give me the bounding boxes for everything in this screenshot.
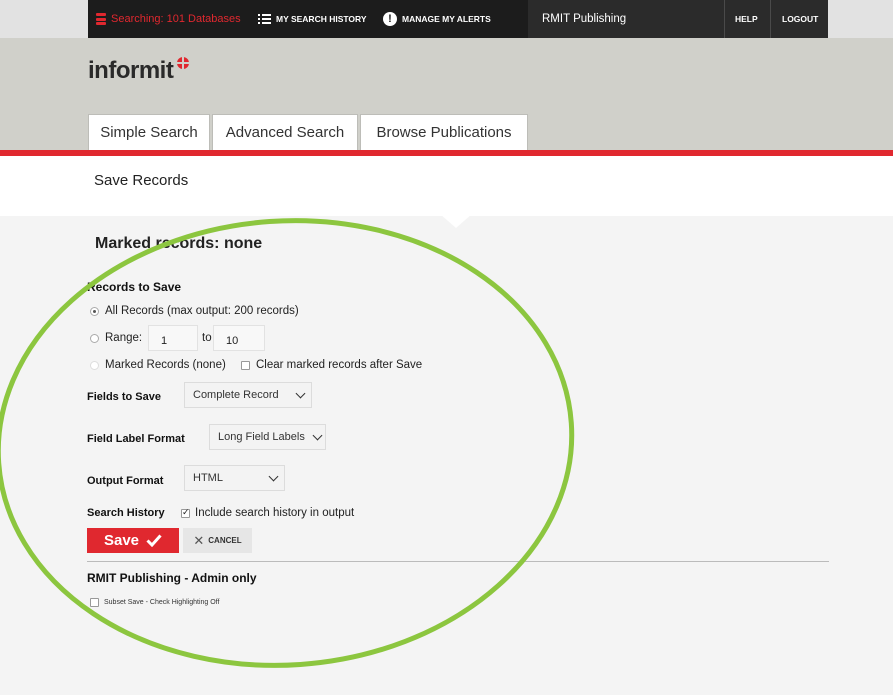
manage-alerts-text: MANAGE MY ALERTS	[402, 14, 491, 24]
informit-logo[interactable]: informit	[88, 57, 174, 85]
title-notch	[440, 214, 472, 228]
fields-to-save-value: Complete Record	[193, 389, 279, 401]
searching-databases-text: Searching: 101 Databases	[111, 13, 241, 25]
fields-to-save-label: Fields to Save	[87, 391, 161, 403]
field-label-format-select[interactable]: Long Field Labels	[209, 424, 326, 450]
all-records-label: All Records (max output: 200 records)	[105, 305, 299, 317]
close-icon: ✕	[193, 532, 205, 548]
field-label-format-value: Long Field Labels	[218, 431, 305, 443]
field-label-format-label: Field Label Format	[87, 433, 185, 445]
fields-to-save-select[interactable]: Complete Record	[184, 382, 312, 408]
chevron-down-icon	[312, 430, 323, 441]
search-history-text: MY SEARCH HISTORY	[276, 14, 367, 24]
marked-records-heading: Marked records: none	[95, 235, 263, 252]
range-to-label: to	[202, 332, 212, 344]
include-search-history-checkbox[interactable]	[181, 507, 190, 518]
range-from-input[interactable]: 1	[148, 325, 198, 351]
logo-mark-icon	[177, 57, 189, 69]
list-icon	[258, 14, 271, 24]
organisation-name: RMIT Publishing	[542, 13, 627, 25]
database-icon	[96, 13, 106, 25]
cancel-button-label: CANCEL	[208, 536, 242, 545]
range-to-input[interactable]: 10	[213, 325, 265, 351]
range-label: Range:	[105, 332, 143, 344]
include-search-history-label: Include search history in output	[195, 507, 355, 519]
all-records-radio[interactable]	[90, 307, 99, 316]
subset-save-label: Subset Save - Check Highlighting Off	[104, 599, 220, 606]
clear-marked-checkbox[interactable]	[241, 361, 250, 370]
tab-simple-search[interactable]: Simple Search	[88, 114, 210, 150]
chevron-down-icon	[268, 471, 279, 482]
admin-heading: RMIT Publishing - Admin only	[87, 571, 257, 585]
manage-alerts-link[interactable]: ! MANAGE MY ALERTS	[383, 0, 491, 38]
range-radio[interactable]	[90, 334, 99, 343]
logout-link[interactable]: LOGOUT	[782, 0, 818, 38]
cancel-button[interactable]: ✕ CANCEL	[183, 528, 252, 553]
output-format-select[interactable]: HTML	[184, 465, 285, 491]
divider	[87, 561, 829, 562]
tab-browse-publications[interactable]: Browse Publications	[360, 114, 528, 150]
subset-save-checkbox[interactable]	[90, 598, 99, 607]
marked-records-radio[interactable]	[90, 361, 99, 370]
save-button[interactable]: Save	[87, 528, 179, 553]
alert-icon: !	[383, 12, 397, 26]
searching-databases-link[interactable]: Searching: 101 Databases	[96, 0, 241, 38]
page-title: Save Records	[94, 172, 189, 189]
marked-records-label: Marked Records (none)	[105, 359, 226, 371]
tab-advanced-search[interactable]: Advanced Search	[212, 114, 358, 150]
search-history-link[interactable]: MY SEARCH HISTORY	[258, 0, 367, 38]
divider	[724, 0, 725, 38]
checkmark-icon	[146, 534, 162, 547]
divider	[770, 0, 771, 38]
chevron-down-icon	[295, 388, 306, 399]
help-link[interactable]: HELP	[735, 0, 758, 38]
search-history-label: Search History	[87, 507, 165, 519]
output-format-value: HTML	[193, 472, 223, 484]
clear-marked-label: Clear marked records after Save	[256, 359, 423, 371]
records-to-save-heading: Records to Save	[87, 280, 182, 294]
save-button-label: Save	[103, 532, 140, 549]
output-format-label: Output Format	[87, 475, 164, 487]
